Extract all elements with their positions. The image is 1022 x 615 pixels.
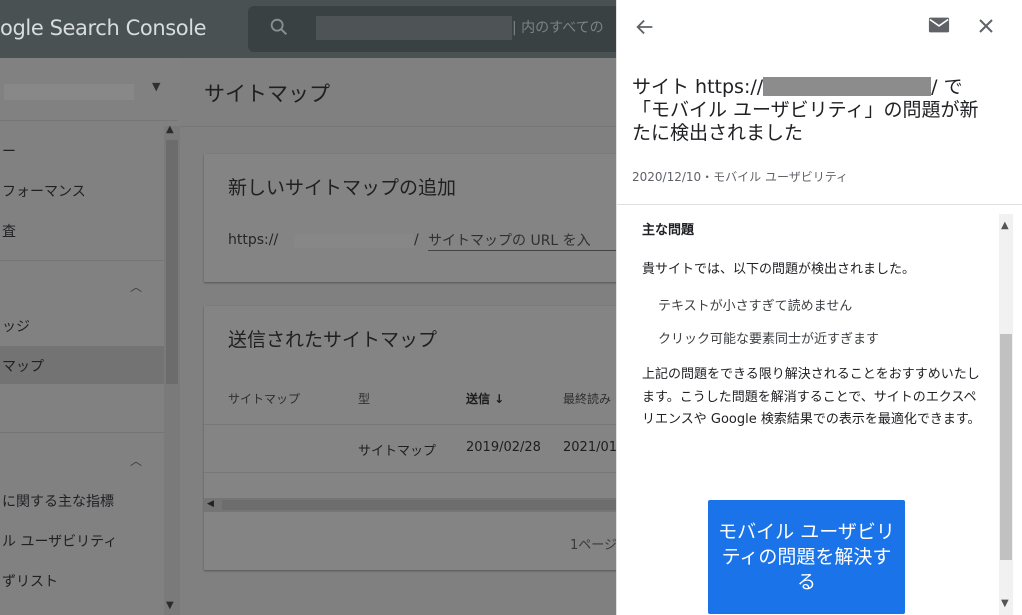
sidebar-divider <box>0 260 164 261</box>
column-header-type[interactable]: 型 <box>358 390 370 407</box>
table-divider <box>204 472 624 473</box>
search-icon[interactable] <box>268 16 290 38</box>
sidebar-item-coverage[interactable]: ッジ <box>2 316 30 336</box>
scroll-down-icon[interactable]: ▼ <box>166 600 174 611</box>
url-slash: / <box>414 232 419 248</box>
panel-title-rest: 「モバイル ユーザビリティ」の問題が新たに検出されました <box>632 99 979 144</box>
scroll-up-icon[interactable]: ▲ <box>1001 220 1009 231</box>
scroll-down-icon[interactable]: ▼ <box>1001 598 1009 609</box>
chevron-up-icon[interactable]: ︿ <box>130 278 142 295</box>
panel-title-prefix: サイト https:// <box>632 76 764 98</box>
table-divider <box>204 424 624 425</box>
product-logo[interactable]: ogle Search Console <box>0 16 207 40</box>
back-arrow-icon[interactable] <box>634 16 656 38</box>
redacted-site-url <box>763 77 932 96</box>
dropdown-caret-icon[interactable]: ▼ <box>152 80 160 93</box>
scroll-up-icon[interactable]: ▲ <box>166 124 174 135</box>
sidebar-scroll-thumb[interactable] <box>166 140 178 384</box>
redacted-url <box>294 234 414 248</box>
panel-divider <box>616 204 1022 205</box>
column-header-submitted[interactable]: 送信 ↓ <box>466 390 504 407</box>
issue-item: テキストが小さすぎて読めません <box>658 299 853 314</box>
sidebar-item-inspection[interactable]: 査 <box>2 221 16 241</box>
column-header-sitemap[interactable]: サイトマップ <box>228 390 300 407</box>
sidebar-divider <box>0 432 164 433</box>
sidebar-item-overview[interactable]: ー <box>2 141 16 161</box>
page-title: サイトマップ <box>204 82 330 106</box>
fix-mobile-usability-button[interactable]: モバイル ユーザビリティの問題を解決する <box>708 500 905 614</box>
close-icon[interactable] <box>976 16 996 36</box>
chevron-up-icon[interactable]: ︿ <box>130 452 142 469</box>
sidebar-item-performance[interactable]: フォーマンス <box>2 181 86 201</box>
issues-intro: 貴サイトでは、以下の問題が検出されました。 <box>642 262 916 277</box>
url-prefix: https:// <box>228 232 279 248</box>
add-sitemap-title: 新しいサイトマップの追加 <box>228 177 457 199</box>
redacted-property-name <box>4 84 134 100</box>
redacted-property <box>316 16 512 40</box>
table-scroll-thumb[interactable] <box>222 500 616 510</box>
table-cell-submitted: 2019/02/28 <box>466 440 541 455</box>
title-divider <box>180 126 616 127</box>
panel-meta: 2020/12/10・モバイル ユーザビリティ <box>632 170 849 184</box>
submitted-sitemaps-title: 送信されたサイトマップ <box>228 329 438 351</box>
search-input-text[interactable]: | 内のすべての <box>512 17 604 37</box>
recommendation-text: 上記の問題をできる限り解決されることをおすすめいたします。こうした問題を解消する… <box>642 367 981 427</box>
sidebar-item-sitemaps[interactable]: マップ <box>2 356 44 376</box>
panel-title-after: / で <box>931 76 963 98</box>
sidebar-item-mobile-usability[interactable]: ル ユーザビリティ <box>2 531 117 551</box>
sidebar-item-list[interactable]: ずリスト <box>2 571 58 591</box>
table-cell-type: サイトマップ <box>358 444 437 459</box>
pagination-label: 1ページ <box>570 538 618 553</box>
sitemap-url-input[interactable]: サイトマップの URL を入 <box>428 230 618 251</box>
issues-heading: 主な問題 <box>642 223 695 238</box>
table-cell-last-read: 2021/01 <box>563 440 618 455</box>
mail-icon[interactable] <box>928 16 950 34</box>
issue-item: クリック可能な要素同士が近すぎます <box>658 332 880 347</box>
panel-scroll-thumb[interactable] <box>1000 334 1012 560</box>
sidebar-item-core-web-vitals[interactable]: に関する主な指標 <box>2 491 114 511</box>
scroll-left-icon[interactable]: ◀ <box>207 499 214 509</box>
column-header-last-read[interactable]: 最終読み <box>563 390 611 407</box>
panel-title: サイト https:// / で「モバイル ユーザビリティ」の問題が新たに検出され… <box>632 76 992 145</box>
